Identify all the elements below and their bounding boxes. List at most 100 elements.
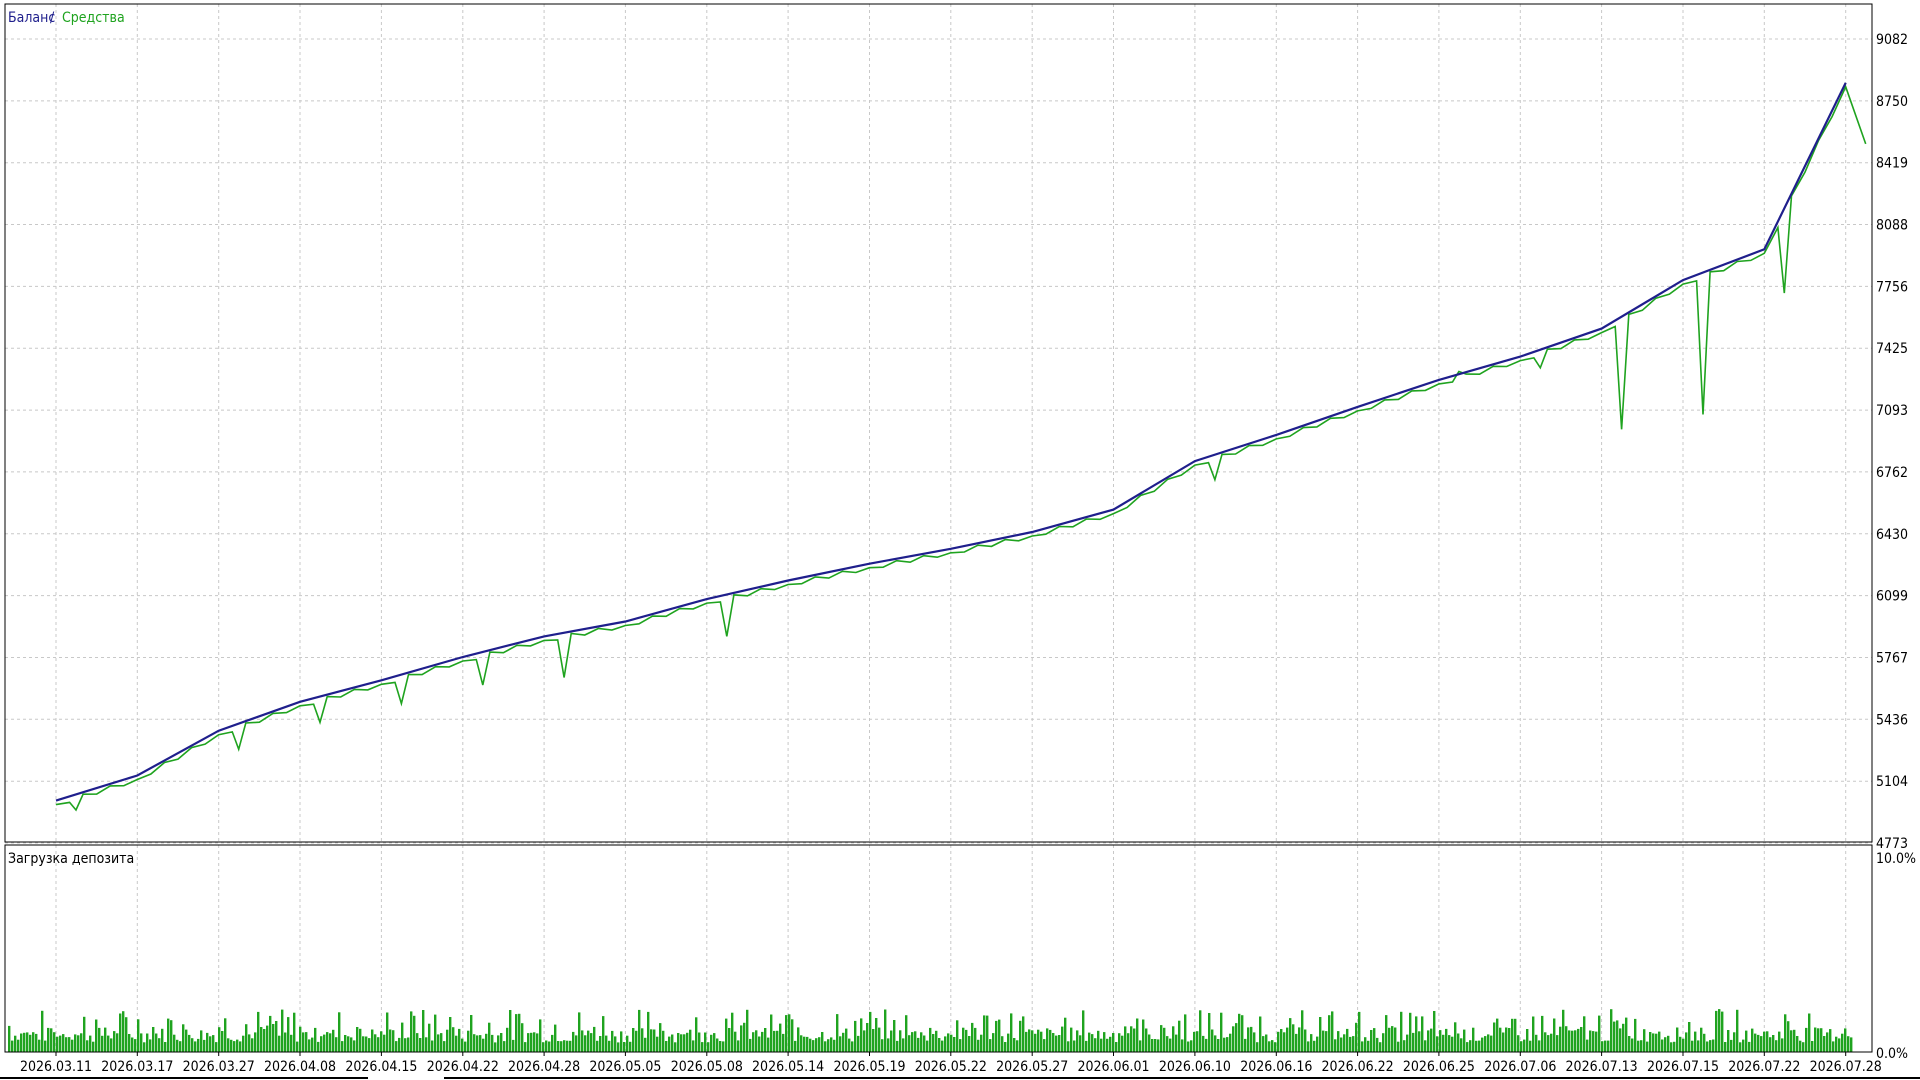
load-bar [110,1038,113,1052]
load-bar [902,1038,905,1052]
load-bar [290,1034,293,1052]
legend-balance-label: Баланс [8,10,56,26]
load-bar [971,1022,974,1052]
load-bar [1046,1028,1049,1052]
load-bar [65,1037,68,1052]
x-tick-label: 2026.07.06 [1484,1059,1556,1075]
load-bar [1214,1035,1217,1052]
load-bar [1784,1014,1787,1052]
load-bar [1409,1012,1412,1052]
load-bar [1199,1010,1202,1052]
load-bar [1145,1028,1148,1052]
load-bar [536,1033,539,1052]
load-bar [413,1015,416,1052]
load-bar [647,1011,650,1052]
load-bar [1523,1039,1526,1052]
y-tick-label: 6099 [1876,589,1908,605]
load-bar [830,1037,833,1052]
load-bar [1703,1033,1706,1052]
load-bar [1340,1037,1343,1052]
load-bar [527,1033,530,1052]
load-bar [896,1040,899,1052]
load-bar [869,1011,872,1052]
load-bar [329,1033,332,1052]
load-bar [1607,1040,1610,1052]
load-bar [83,1016,86,1052]
load-bar [1667,1035,1670,1052]
load-bar [1619,1028,1622,1052]
load-bar [731,1012,734,1052]
load-bar [1013,1038,1016,1052]
load-bar [572,1031,575,1052]
load-bar [626,1035,629,1052]
load-bar [1247,1027,1250,1052]
load-bar [452,1027,455,1052]
load-bar [1007,1033,1010,1052]
load-bar [1478,1040,1481,1052]
load-bar [662,1030,665,1052]
x-tick-label: 2026.07.15 [1647,1059,1719,1075]
load-bar [1718,1009,1721,1052]
load-bar [194,1041,197,1052]
y-tick-label: 7093 [1876,403,1908,419]
load-bar [278,1035,281,1052]
load-bar [812,1040,815,1052]
load-bar [965,1029,968,1052]
load-bar [1505,1027,1508,1052]
x-tick-label: 2026.07.28 [1810,1059,1882,1075]
load-bar [1808,1013,1811,1052]
load-bar [1706,1041,1709,1052]
x-tick-label: 2026.03.27 [183,1059,255,1075]
load-bar [1649,1032,1652,1052]
load-bar [638,1009,641,1052]
load-bar [1844,1028,1847,1052]
load-bar [1577,1028,1580,1052]
load-bar [1796,1036,1799,1052]
load-bar [839,1036,842,1052]
load-bar [140,1033,143,1052]
load-bar [1622,1023,1625,1052]
load-bar [653,1029,656,1052]
load-bar [1151,1039,1154,1052]
load-bar [275,1021,278,1052]
load-bar [1388,1027,1391,1052]
load-bar [434,1014,437,1052]
load-bar [755,1030,758,1052]
load-bar [1301,1010,1304,1052]
load-bar [1163,1027,1166,1052]
load-bar [1403,1040,1406,1052]
load-bar [1760,1036,1763,1052]
load-bar [1073,1040,1076,1052]
load-bar [236,1039,239,1052]
load-bar [1124,1026,1127,1052]
load-bar [1010,1013,1013,1052]
load-bar [1763,1031,1766,1052]
load-bar [1256,1042,1259,1052]
load-bar [1277,1031,1280,1052]
load-bar [470,1015,473,1052]
load-bar [728,1028,731,1052]
load-bar [968,1036,971,1052]
load-bar [773,1030,776,1052]
load-bar [794,1040,797,1052]
load-bar [746,1009,749,1052]
load-bar [1250,1026,1253,1052]
load-bar [1472,1027,1475,1052]
x-tick-label: 2026.05.05 [589,1059,661,1075]
load-bar [482,1038,485,1052]
load-bar [1220,1012,1223,1052]
load-bar [1175,1034,1178,1052]
load-bar [338,1012,341,1052]
load-bar [221,1031,224,1052]
load-bar [986,1015,989,1052]
load-bar [779,1023,782,1052]
load-bar [809,1038,812,1052]
load-bar [35,1033,38,1052]
load-bar [1322,1030,1325,1052]
load-bar [1268,1041,1271,1052]
load-bar [1343,1034,1346,1052]
chart-canvas: 9082 8750 8419 8088 7756 7425 7093 6762 6430 6099… [0,0,1920,1080]
load-bar [1736,1009,1739,1052]
load-bar [1235,1023,1238,1052]
load-bar [1295,1033,1298,1052]
